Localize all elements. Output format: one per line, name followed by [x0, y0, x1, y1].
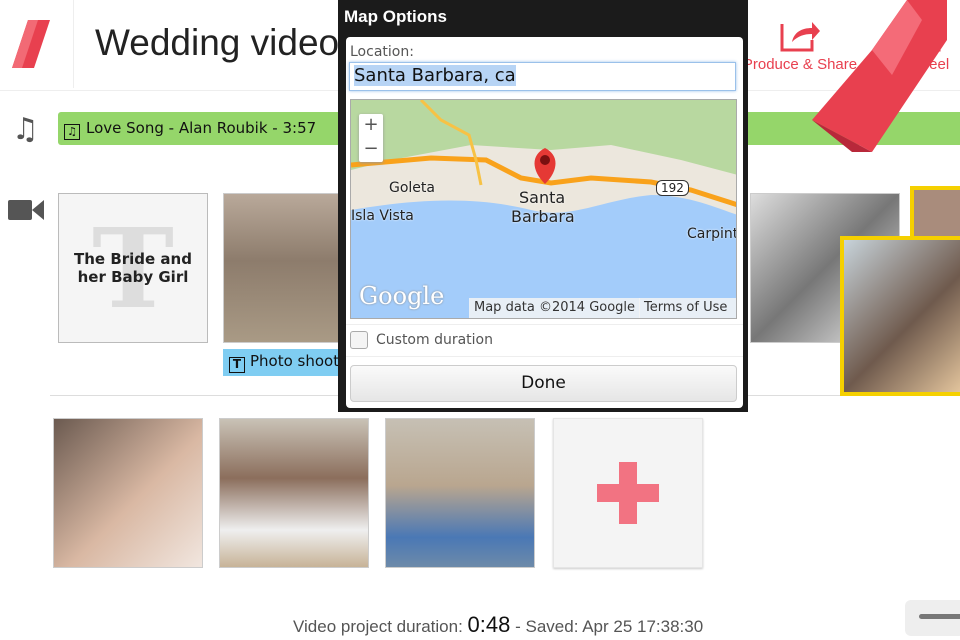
done-button[interactable]: Done — [350, 365, 737, 402]
photo-library-item[interactable] — [53, 418, 203, 568]
video-camera-icon — [8, 200, 44, 220]
google-logo: Google — [359, 282, 445, 310]
music-track-label: Love Song - Alan Roubik - 3:57 — [86, 119, 317, 137]
duration-value: 0:48 — [467, 612, 511, 637]
photo-clip-shoot[interactable] — [223, 193, 341, 343]
project-title[interactable]: Wedding video — [95, 22, 339, 64]
title-card-clip[interactable]: T The Bride and her Baby Girl — [58, 193, 208, 343]
map-view[interactable]: + − Goleta Isla Vista Santa Barbara 192 … — [350, 99, 737, 319]
location-input[interactable]: Santa Barbara, ca — [349, 62, 736, 91]
map-options-dialog: Map Options Location: Santa Barbara, ca … — [338, 0, 748, 412]
duration-label: Video project duration: — [293, 617, 463, 636]
map-label-goleta: Goleta — [389, 180, 435, 196]
clip-caption-badge[interactable]: T Photo shoot — [223, 349, 346, 376]
map-highway-shield: 192 — [656, 180, 689, 196]
music-note-icon: ♫ — [12, 112, 39, 147]
map-label-carpinteria: Carpint — [687, 226, 737, 242]
saved-status: - Saved: Apr 25 17:38:30 — [515, 617, 704, 636]
header-divider — [73, 0, 74, 88]
text-icon: T — [229, 357, 245, 373]
custom-duration-checkbox[interactable] — [350, 331, 368, 349]
divider — [346, 324, 743, 325]
title-card-text: The Bride and her Baby Girl — [74, 250, 192, 286]
app-logo — [12, 20, 50, 68]
terms-of-use-link[interactable]: Terms of Use — [639, 298, 736, 318]
add-media-button[interactable] — [553, 418, 703, 568]
map-label-isla-vista: Isla Vista — [351, 208, 414, 224]
location-label: Location: — [350, 44, 414, 60]
clip-caption-label: Photo shoot — [250, 352, 340, 370]
project-status: Video project duration: 0:48 - Saved: Ap… — [293, 612, 703, 638]
track-note-icon: ♫ — [64, 124, 80, 140]
map-zoom-in-button[interactable]: + — [359, 114, 383, 138]
custom-duration-label: Custom duration — [376, 332, 493, 348]
map-label-santa: Santa — [519, 188, 566, 207]
map-zoom-control: + − — [359, 114, 383, 162]
divider — [346, 356, 743, 357]
photo-library-item[interactable] — [219, 418, 369, 568]
drawer-handle[interactable] — [905, 600, 960, 636]
map-attribution: Map data ©2014 Google — [469, 298, 641, 318]
dialog-title: Map Options — [344, 7, 447, 26]
map-label-barbara: Barbara — [511, 207, 575, 226]
brand-ribbon-logo — [812, 0, 947, 152]
custom-duration-row[interactable]: Custom duration — [350, 331, 493, 349]
plus-icon — [597, 462, 659, 524]
map-zoom-out-button[interactable]: − — [359, 138, 383, 162]
photo-clip-dragging[interactable] — [840, 236, 960, 396]
dialog-body: Location: Santa Barbara, ca + − Goleta I… — [346, 37, 743, 408]
location-value: Santa Barbara, ca — [354, 65, 516, 86]
photo-library-item[interactable] — [385, 418, 535, 568]
